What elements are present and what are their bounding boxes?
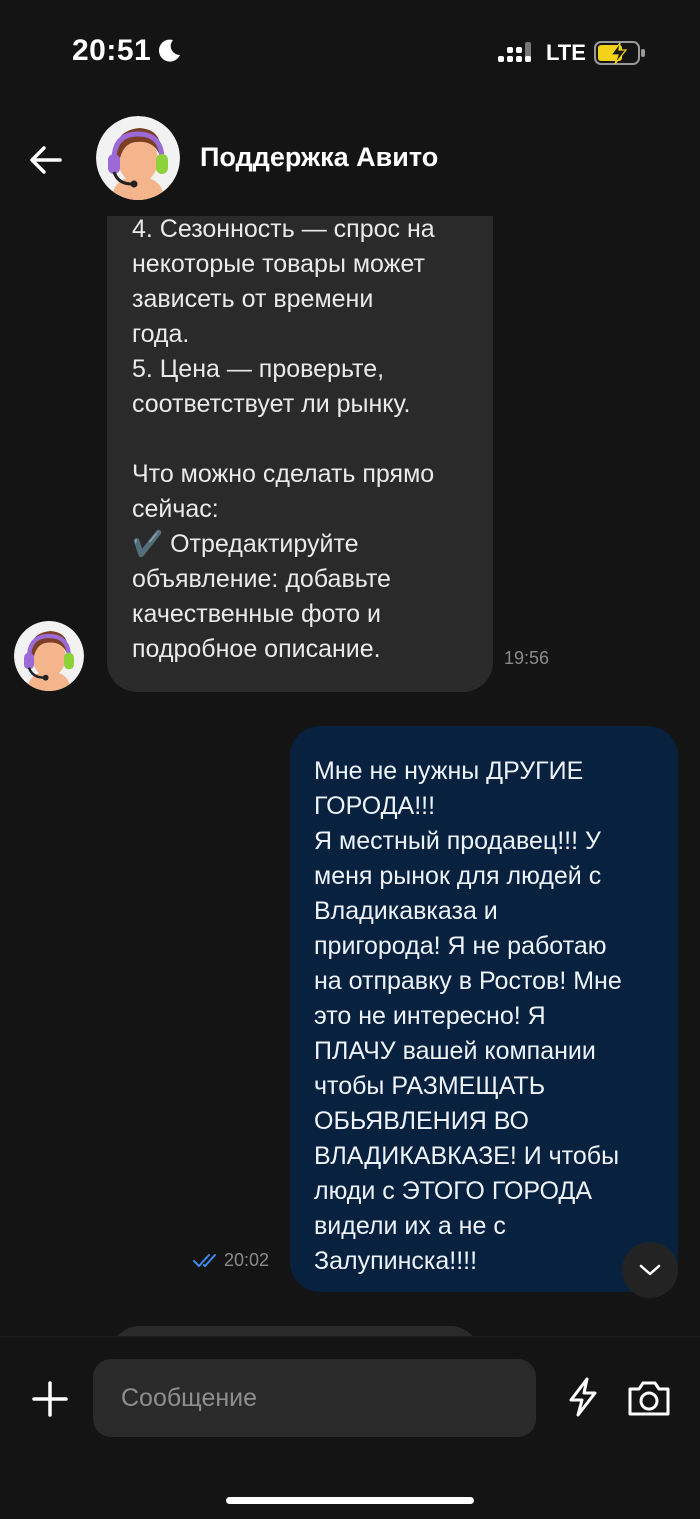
battery-charging-icon bbox=[594, 41, 645, 65]
incoming-message[interactable]: 4. Сезонность — спрос на некоторые товар… bbox=[107, 216, 493, 692]
back-arrow-icon[interactable] bbox=[26, 140, 66, 180]
lightning-icon[interactable] bbox=[566, 1377, 600, 1417]
camera-icon[interactable] bbox=[626, 1379, 672, 1417]
next-incoming-message-partial[interactable] bbox=[110, 1326, 480, 1336]
signal-icon bbox=[498, 42, 531, 62]
message-input[interactable] bbox=[93, 1359, 536, 1437]
read-checks-icon bbox=[193, 1254, 216, 1267]
home-indicator bbox=[226, 1497, 474, 1504]
agent-avatar-icon bbox=[14, 621, 84, 691]
moon-icon bbox=[158, 39, 180, 62]
chat-header: Поддержка Авито bbox=[0, 100, 700, 216]
status-bar: 20:51 LTE bbox=[0, 0, 700, 100]
message-list[interactable]: 4. Сезонность — спрос на некоторые товар… bbox=[0, 216, 700, 1336]
message-time: 20:02 bbox=[224, 1250, 270, 1270]
agent-avatar-icon bbox=[96, 116, 180, 200]
message-sender-avatar bbox=[14, 621, 84, 691]
plus-icon[interactable] bbox=[30, 1379, 70, 1419]
status-time: 20:51 bbox=[72, 34, 152, 67]
network-type: LTE bbox=[546, 40, 586, 65]
support-agent-avatar[interactable] bbox=[96, 116, 180, 200]
composer-bar bbox=[0, 1336, 700, 1519]
scroll-to-bottom-button[interactable] bbox=[622, 1242, 678, 1298]
chevron-down-icon bbox=[639, 1264, 661, 1276]
message-time: 19:56 bbox=[504, 648, 550, 668]
chat-title: Поддержка Авито bbox=[200, 142, 439, 172]
outgoing-message[interactable]: Мне не нужны ДРУГИЕ ГОРОДА!!! Я местный … bbox=[290, 726, 678, 1292]
